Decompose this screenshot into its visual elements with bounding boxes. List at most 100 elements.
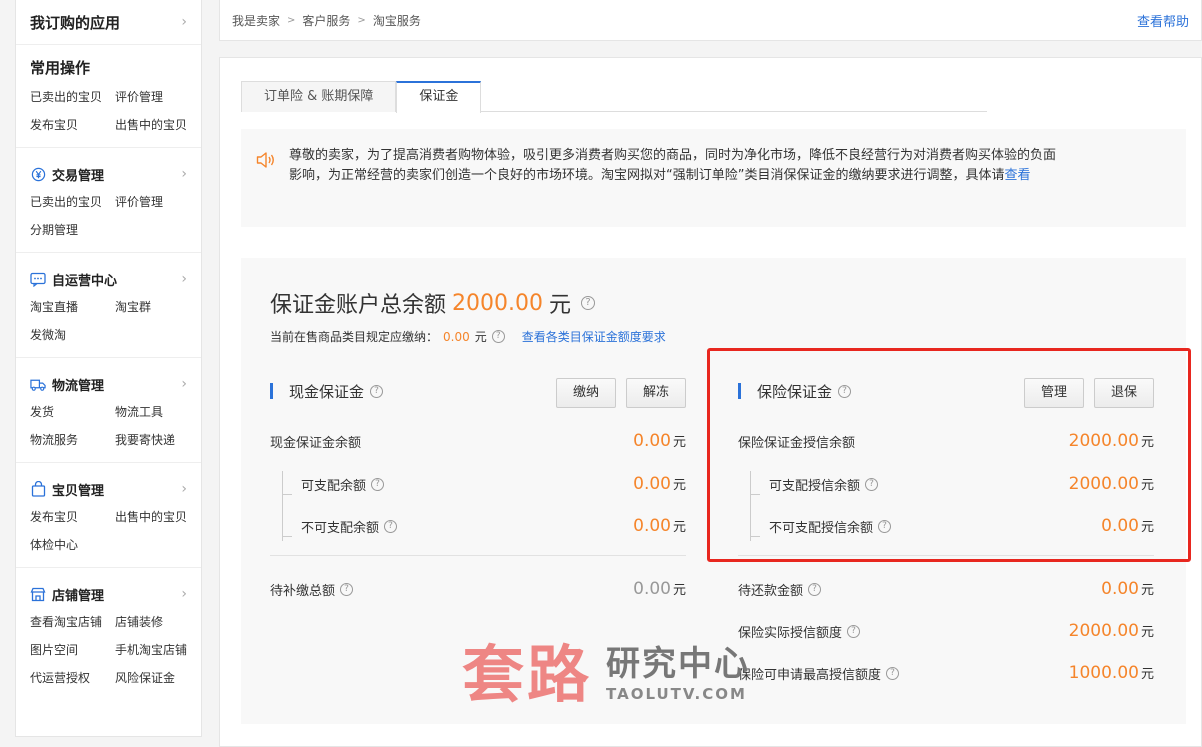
sidebar-item-onsale[interactable]: 出售中的宝贝 xyxy=(115,111,200,139)
speaker-icon xyxy=(256,151,276,176)
sidebar-item[interactable]: 评价管理 xyxy=(115,188,200,216)
chevron-right-icon[interactable]: › xyxy=(181,271,187,287)
cash-balance-row: 现金保证金余额 0.00 元 xyxy=(270,431,686,451)
sidebar-logistics: 物流管理 › 发货 物流工具 物流服务 我要寄快递 xyxy=(16,370,201,463)
breadcrumb-separator: > xyxy=(287,14,296,26)
tab-bar: 订单险 & 账期保障 保证金 xyxy=(241,81,987,113)
required-amount: 0.00 xyxy=(443,329,470,344)
sidebar-item-sold[interactable]: 已卖出的宝贝 xyxy=(30,83,115,111)
sidebar-item[interactable]: 淘宝群 xyxy=(115,293,200,321)
notice-link[interactable]: 查看 xyxy=(1004,168,1030,183)
cash-balance-label: 现金保证金余额 xyxy=(270,435,362,451)
sidebar-item[interactable]: 手机淘宝店铺 xyxy=(115,636,200,664)
sidebar-item[interactable]: 店铺装修 xyxy=(115,608,200,636)
unfreeze-button[interactable]: 解冻 xyxy=(625,378,686,408)
truck-icon xyxy=(30,376,46,392)
required-deposit: 当前在售商品类目规定应缴纳： 0.00 元 ? 查看各类目保证金额度要求 xyxy=(270,328,666,345)
tab-order-insurance[interactable]: 订单险 & 账期保障 xyxy=(241,81,397,112)
category-requirements-link[interactable]: 查看各类目保证金额度要求 xyxy=(522,328,666,345)
unit-label: 元 xyxy=(1140,583,1154,598)
goods-title[interactable]: 宝贝管理 xyxy=(52,480,104,499)
sidebar-item[interactable]: 图片空间 xyxy=(30,636,115,664)
trade-title[interactable]: 交易管理 xyxy=(52,165,104,184)
cash-title: 现金保证金 xyxy=(289,382,365,401)
help-circle-icon[interactable]: ? xyxy=(371,477,385,491)
sidebar-goods: 宝贝管理 › 发布宝贝 出售中的宝贝 体检中心 xyxy=(16,475,201,568)
sidebar-item-publish[interactable]: 发布宝贝 xyxy=(30,111,115,139)
sidebar-item[interactable]: 物流服务 xyxy=(30,426,115,454)
cash-avail-row: 可支配余额? 0.00 元 xyxy=(270,474,686,494)
common-ops-title: 常用操作 xyxy=(30,59,91,77)
sidebar-item[interactable]: 已卖出的宝贝 xyxy=(30,188,115,216)
cash-pending-label: 待补缴总额 xyxy=(270,583,336,599)
watermark-cn: 研究中心 xyxy=(606,643,751,684)
sidebar-self-ops: 自运营中心 › 淘宝直播 淘宝群 发微淘 xyxy=(16,265,201,358)
sidebar-item[interactable]: 查看淘宝店铺 xyxy=(30,608,115,636)
sidebar-trade: 交易管理 › 已卖出的宝贝 评价管理 分期管理 xyxy=(16,160,201,253)
help-circle-icon[interactable]: ? xyxy=(491,330,505,343)
tree-line xyxy=(282,536,292,537)
watermark-logo: 套路 xyxy=(462,638,593,711)
help-circle-icon[interactable]: ? xyxy=(384,519,398,533)
insurance-max-row: 保险可申请最高授信额度? 1000.00 元 xyxy=(738,663,1154,683)
help-circle-icon[interactable]: ? xyxy=(847,624,861,638)
chevron-right-icon[interactable]: › xyxy=(181,14,187,30)
chevron-right-icon[interactable]: › xyxy=(181,166,187,182)
chevron-right-icon[interactable]: › xyxy=(181,586,187,602)
pay-button[interactable]: 缴纳 xyxy=(555,378,616,408)
unit-label: 元 xyxy=(672,435,686,450)
chat-icon xyxy=(30,271,46,287)
sidebar-item[interactable]: 风险保证金 xyxy=(115,664,200,692)
watermark-en: TAOLUTV.COM xyxy=(606,684,747,703)
cash-unavail-row: 不可支配余额? 0.00 元 xyxy=(270,516,686,536)
sidebar-item[interactable]: 发货 xyxy=(30,398,115,426)
sidebar-item[interactable]: 分期管理 xyxy=(30,216,115,244)
sidebar-common-ops: 常用操作 已卖出的宝贝 评价管理 发布宝贝 出售中的宝贝 xyxy=(16,45,201,148)
breadcrumb-item[interactable]: 淘宝服务 xyxy=(373,12,421,29)
cash-unavail-value: 0.00 xyxy=(633,516,671,536)
chevron-right-icon[interactable]: › xyxy=(181,376,187,392)
sidebar-item[interactable]: 发微淘 xyxy=(30,321,115,349)
sidebar-item[interactable]: 物流工具 xyxy=(115,398,200,426)
sidebar-item[interactable]: 淘宝直播 xyxy=(30,293,115,321)
account-amount: 2000.00 xyxy=(452,290,543,316)
breadcrumb-separator: > xyxy=(357,14,366,26)
sidebar-item[interactable]: 代运营授权 xyxy=(30,664,115,692)
required-unit: 元 xyxy=(474,330,487,344)
watermark: 套路 研究中心 TAOLUTV.COM xyxy=(462,624,750,714)
sidebar-item[interactable]: 我要寄快递 xyxy=(115,426,200,454)
help-circle-icon[interactable]: ? xyxy=(886,666,900,680)
account-total: 保证金账户总余额 2000.00 元 ? xyxy=(270,287,596,319)
chevron-right-icon[interactable]: › xyxy=(181,481,187,497)
insurance-actual-value: 2000.00 xyxy=(1068,621,1139,641)
help-link[interactable]: 查看帮助 xyxy=(1137,11,1189,30)
sidebar-subscribed-apps[interactable]: 我订购的应用 › xyxy=(16,0,201,45)
sidebar-item[interactable]: 发布宝贝 xyxy=(30,503,115,531)
shop-icon xyxy=(30,586,46,602)
cash-avail-label: 可支配余额 xyxy=(301,478,367,494)
unit-label: 元 xyxy=(672,478,686,493)
insurance-actual-label: 保险实际授信额度 xyxy=(738,625,843,641)
help-circle-icon[interactable]: ? xyxy=(340,582,354,596)
yen-icon xyxy=(30,166,46,182)
shop-title[interactable]: 店铺管理 xyxy=(52,585,104,604)
cash-pending-value: 0.00 xyxy=(633,579,671,599)
cash-unavail-label: 不可支配余额 xyxy=(301,520,380,536)
tree-line xyxy=(282,494,292,495)
logistics-title[interactable]: 物流管理 xyxy=(52,375,104,394)
sidebar-item[interactable]: 体检中心 xyxy=(30,531,115,559)
subscribed-apps-title[interactable]: 我订购的应用 xyxy=(30,12,120,33)
tab-deposit[interactable]: 保证金 xyxy=(396,81,482,113)
breadcrumb-item[interactable]: 我是卖家 xyxy=(232,12,280,29)
sidebar: 我订购的应用 › 常用操作 已卖出的宝贝 评价管理 发布宝贝 出售中的宝贝 交易管… xyxy=(15,0,202,737)
sidebar-item[interactable]: 出售中的宝贝 xyxy=(115,503,200,531)
self-ops-title[interactable]: 自运营中心 xyxy=(52,270,117,289)
unit-label: 元 xyxy=(672,583,686,598)
account-unit: 元 xyxy=(549,293,572,318)
sidebar-item-reviews[interactable]: 评价管理 xyxy=(115,83,200,111)
breadcrumb-item[interactable]: 客户服务 xyxy=(302,12,350,29)
help-circle-icon[interactable]: ? xyxy=(370,384,384,398)
help-circle-icon[interactable]: ? xyxy=(581,296,596,310)
help-circle-icon[interactable]: ? xyxy=(808,582,822,596)
required-label: 当前在售商品类目规定应缴纳： xyxy=(270,330,439,344)
